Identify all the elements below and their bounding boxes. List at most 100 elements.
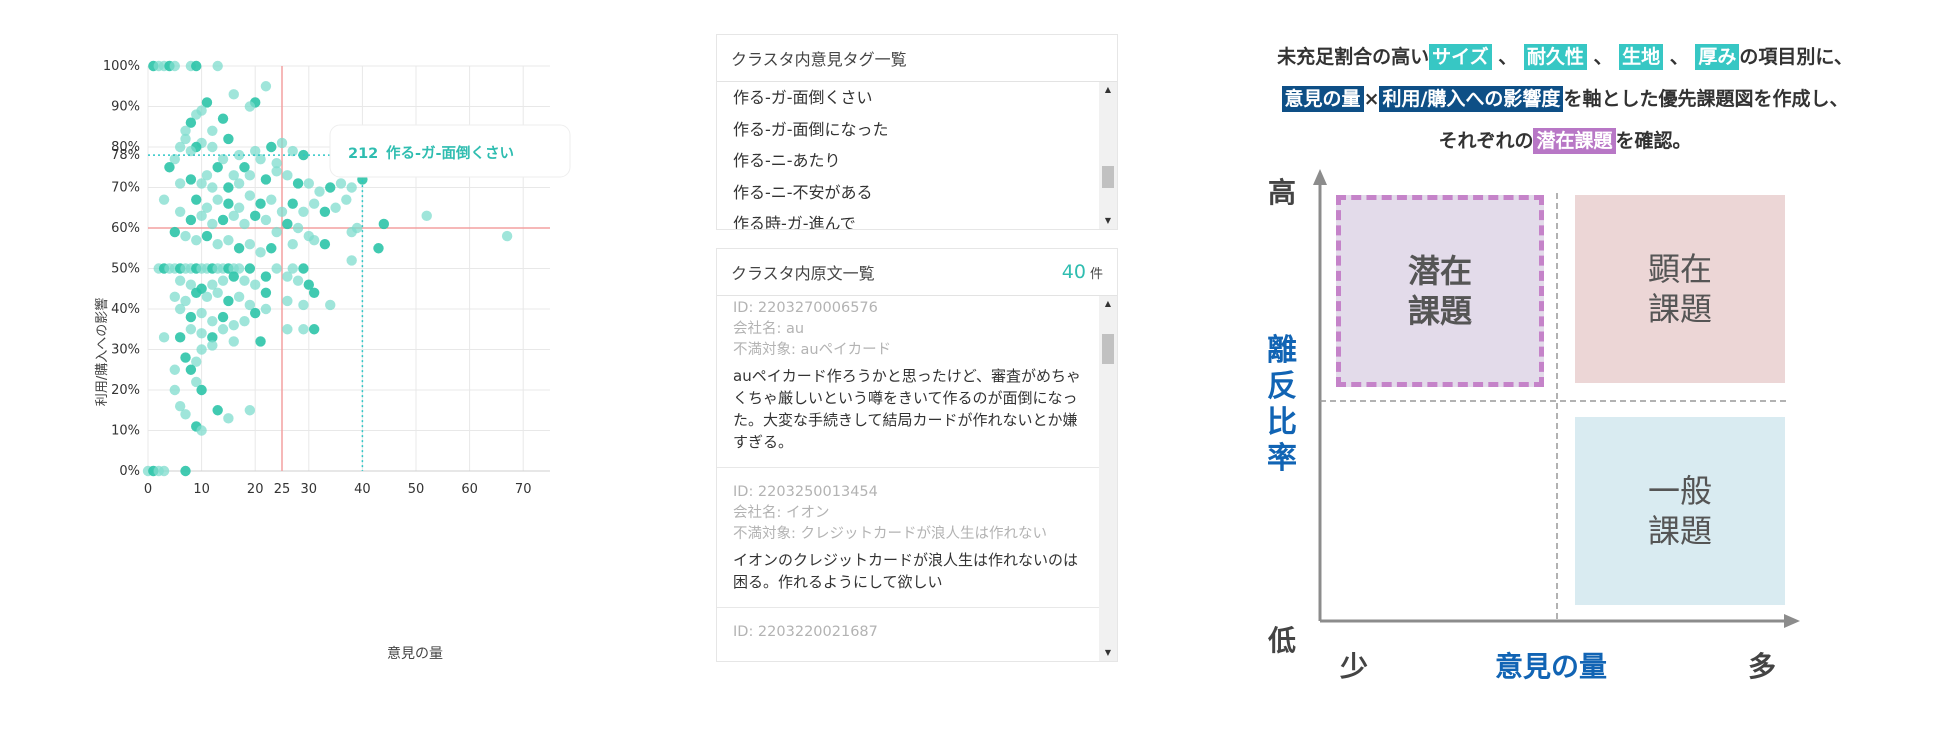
data-point[interactable] [185, 174, 197, 185]
data-point[interactable] [196, 178, 207, 189]
data-point[interactable] [298, 324, 309, 335]
data-point[interactable] [169, 364, 180, 375]
data-point[interactable] [169, 226, 180, 238]
data-point[interactable] [378, 218, 390, 230]
scroll-up-icon[interactable]: ▲ [1099, 296, 1117, 312]
data-point[interactable] [174, 178, 186, 189]
scroll-down-icon[interactable]: ▼ [1099, 213, 1117, 229]
data-point[interactable] [244, 170, 256, 181]
data-point[interactable] [169, 60, 180, 72]
data-point[interactable] [308, 287, 320, 298]
data-point[interactable] [207, 125, 218, 136]
data-point[interactable] [212, 194, 223, 205]
data-point[interactable] [287, 198, 298, 209]
data-point[interactable] [266, 141, 277, 153]
data-point[interactable] [212, 287, 223, 298]
data-point[interactable] [217, 275, 229, 286]
data-point[interactable] [180, 230, 191, 242]
data-point[interactable] [233, 178, 245, 189]
data-point[interactable] [174, 332, 186, 343]
data-point[interactable] [260, 81, 272, 92]
data-point[interactable] [346, 182, 357, 193]
tag-item[interactable]: 作る-ニ-不安がある [717, 177, 1099, 209]
data-point[interactable] [239, 275, 250, 286]
data-point[interactable] [303, 178, 314, 189]
data-point[interactable] [260, 174, 272, 185]
data-point[interactable] [271, 263, 282, 274]
data-point[interactable] [260, 303, 272, 315]
data-point[interactable] [292, 222, 304, 234]
data-point[interactable] [207, 182, 218, 193]
data-point[interactable] [207, 141, 218, 153]
list-item[interactable]: ID: 2203270006576 会社名: au 不満対象: auペイカード … [717, 296, 1099, 468]
data-point[interactable] [501, 230, 513, 242]
data-point[interactable] [169, 291, 180, 303]
data-point[interactable] [298, 299, 309, 311]
data-point[interactable] [244, 101, 256, 112]
tag-list-scrollbar[interactable]: ▲ ▼ [1099, 82, 1117, 229]
data-point[interactable] [228, 336, 239, 347]
data-point[interactable] [308, 198, 320, 209]
data-point[interactable] [255, 247, 266, 258]
data-point[interactable] [191, 287, 202, 298]
data-point[interactable] [228, 210, 239, 222]
data-point[interactable] [212, 60, 223, 72]
tag-item[interactable]: 作る時-ガ-進んで [717, 208, 1099, 229]
data-point[interactable] [308, 324, 320, 335]
data-point[interactable] [180, 465, 191, 477]
data-point[interactable] [421, 210, 432, 222]
data-point[interactable] [158, 332, 170, 343]
data-point[interactable] [250, 210, 261, 222]
data-point[interactable] [282, 271, 293, 282]
data-point[interactable] [239, 315, 250, 327]
data-point[interactable] [212, 239, 223, 250]
data-point[interactable] [228, 320, 239, 331]
data-point[interactable] [319, 206, 331, 217]
data-point[interactable] [223, 133, 234, 145]
data-point[interactable] [191, 194, 202, 205]
data-point[interactable] [212, 405, 223, 416]
data-point[interactable] [335, 178, 347, 189]
tag-item[interactable]: 作る-ニ-あたり [717, 145, 1099, 177]
data-point[interactable] [244, 405, 256, 416]
tag-item[interactable]: 作る-ガ-面倒くさい [717, 82, 1099, 114]
data-point[interactable] [185, 214, 197, 226]
data-point[interactable] [207, 315, 218, 327]
data-point[interactable] [292, 178, 304, 189]
data-point[interactable] [373, 243, 384, 254]
data-point[interactable] [244, 239, 256, 250]
data-point[interactable] [244, 190, 256, 201]
data-point[interactable] [298, 206, 309, 217]
data-point[interactable] [185, 324, 197, 335]
data-point[interactable] [319, 239, 331, 250]
data-point[interactable] [255, 336, 266, 347]
scroll-down-icon[interactable]: ▼ [1099, 645, 1117, 661]
data-point[interactable] [217, 113, 229, 124]
data-point[interactable] [282, 295, 293, 307]
data-point[interactable] [239, 218, 250, 230]
data-point[interactable] [217, 311, 229, 323]
data-point[interactable] [292, 275, 304, 286]
data-point[interactable] [174, 141, 186, 153]
data-point[interactable] [207, 340, 218, 351]
data-point[interactable] [244, 263, 256, 274]
data-point[interactable] [158, 465, 170, 477]
data-point[interactable] [196, 210, 207, 222]
data-point[interactable] [282, 170, 293, 181]
data-point[interactable] [298, 263, 309, 274]
data-point[interactable] [223, 234, 234, 246]
data-point[interactable] [174, 206, 186, 217]
data-point[interactable] [260, 271, 272, 282]
data-point[interactable] [325, 182, 336, 193]
data-point[interactable] [276, 137, 288, 149]
data-point[interactable] [250, 307, 261, 319]
data-point[interactable] [233, 243, 245, 254]
data-point[interactable] [325, 299, 336, 311]
data-point[interactable] [276, 206, 288, 217]
data-point[interactable] [233, 291, 245, 303]
data-point[interactable] [308, 234, 320, 246]
data-point[interactable] [196, 328, 207, 339]
data-point[interactable] [260, 214, 272, 226]
data-point[interactable] [217, 214, 229, 226]
data-point[interactable] [191, 60, 202, 72]
